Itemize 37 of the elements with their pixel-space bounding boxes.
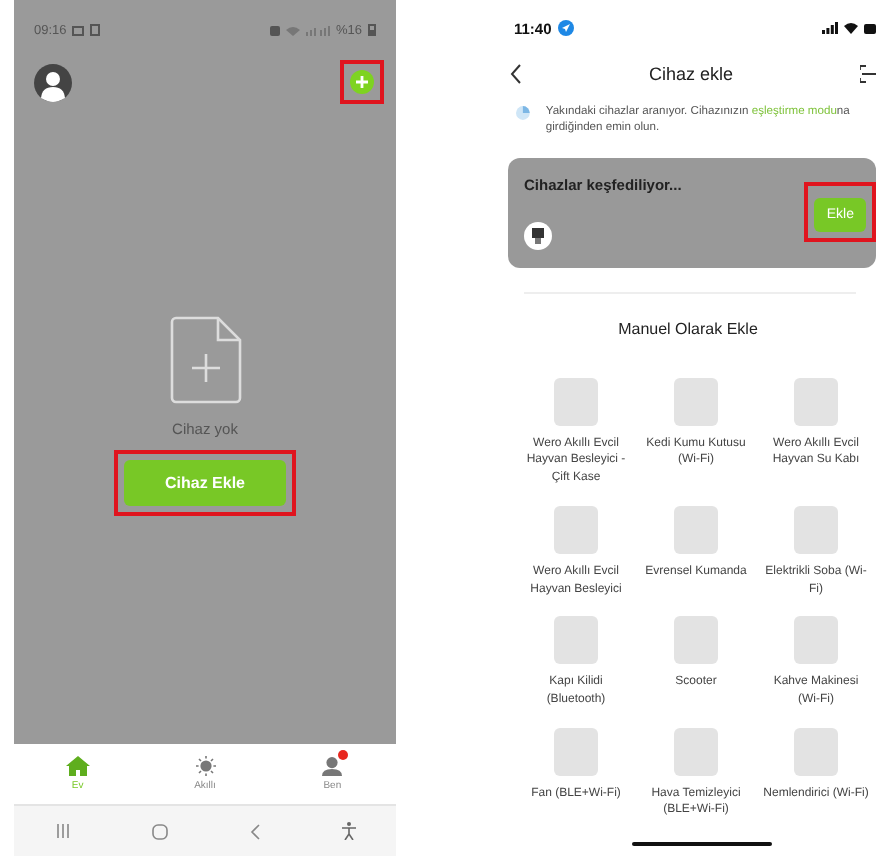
product-photo: [554, 505, 598, 554]
signal-icon: [305, 25, 330, 35]
wifi-icon: [844, 22, 858, 34]
home-icon: [65, 756, 90, 776]
product-photo: [554, 377, 598, 426]
product-photo: [674, 616, 718, 665]
device-thumbnail-icon: [524, 221, 552, 250]
home-nav-icon[interactable]: [151, 823, 167, 839]
accessibility-icon[interactable]: [341, 822, 355, 840]
section-title: Manuel Olarak Ekle: [616, 317, 760, 338]
battery-icon: [864, 23, 876, 33]
searching-icon: [516, 104, 530, 122]
home-indicator: [632, 842, 772, 846]
product-photo: [674, 505, 718, 554]
battery-icon: [368, 24, 376, 36]
product-photo: [794, 377, 838, 426]
image-icon: [72, 25, 85, 35]
signal-icon: [822, 22, 838, 34]
alarm-icon: [269, 25, 280, 35]
back-icon[interactable]: [510, 64, 522, 84]
avatar-icon[interactable]: [34, 63, 72, 101]
product-photo: [554, 727, 598, 776]
product-photo: [674, 727, 718, 776]
wifi-icon: [285, 25, 300, 35]
profile-icon: [320, 756, 345, 776]
sun-icon: [193, 756, 217, 776]
product-photo: [674, 377, 718, 426]
product-photo: [554, 616, 598, 665]
product-photo: [794, 727, 838, 776]
notification-icon: [90, 24, 101, 36]
add-icon[interactable]: [350, 70, 374, 94]
product-photo: [794, 616, 838, 665]
scan-icon[interactable]: [860, 64, 876, 84]
location-icon: [557, 20, 574, 36]
product-photo: [794, 505, 838, 554]
screen-title: Cihaz ekle: [648, 64, 734, 84]
document-add-icon: [169, 316, 241, 404]
